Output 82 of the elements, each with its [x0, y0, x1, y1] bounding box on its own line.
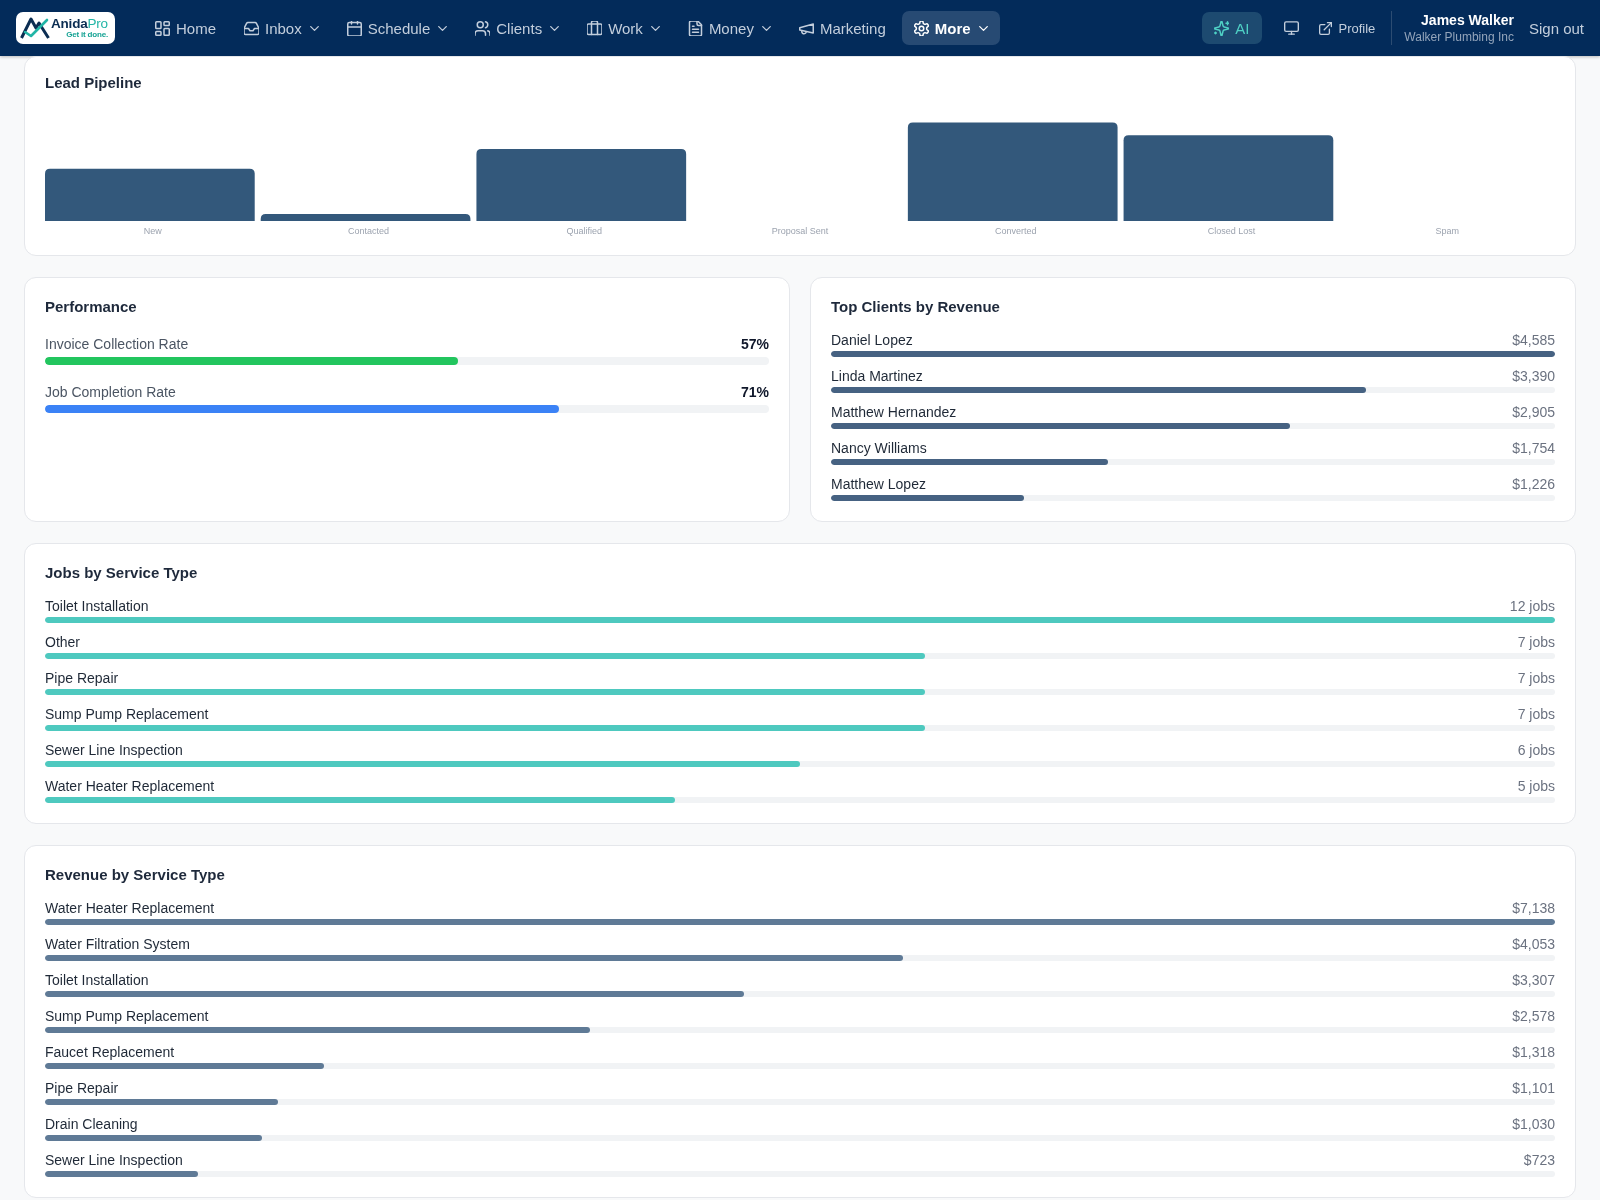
calendar-icon: [346, 20, 362, 36]
nav-menu-item[interactable]: Marketing: [786, 11, 898, 45]
revenue-amount: $1,754: [1512, 439, 1555, 457]
job-count: 7 jobs: [1517, 633, 1555, 651]
service-name: Other: [45, 633, 80, 651]
monitor-icon[interactable]: [1283, 21, 1299, 35]
service-name: Water Heater Replacement: [45, 777, 215, 795]
brand-tagline: Get it done.: [66, 30, 108, 39]
revenue-amount: $1,030: [1512, 1115, 1555, 1133]
service-name: Toilet Installation: [45, 597, 149, 615]
service-name: Faucet Replacement: [45, 1043, 175, 1061]
chart-category-label: Converted: [994, 225, 1037, 237]
revenue-amount: $3,390: [1512, 367, 1555, 385]
card-title: Revenue by Service Type: [45, 865, 226, 885]
card-title: Top Clients by Revenue: [831, 297, 1001, 317]
nav-menu-item[interactable]: Work: [575, 11, 672, 45]
nav-menu-item[interactable]: More: [901, 11, 1000, 45]
client-name: Linda Martinez: [831, 367, 923, 385]
revenue-amount: $1,318: [1512, 1043, 1555, 1061]
company-name: Walker Plumbing Inc: [1404, 28, 1514, 45]
metric-value: 57%: [740, 335, 769, 353]
metric-value: 71%: [740, 383, 769, 401]
chart-category-label: Closed Lost: [1207, 225, 1256, 237]
job-count: 7 jobs: [1517, 669, 1555, 687]
megaphone-icon: [798, 20, 814, 36]
service-name: Sump Pump Replacement: [45, 705, 209, 723]
mountain-logo-icon: [20, 16, 50, 40]
revenue-amount: $3,307: [1512, 971, 1555, 989]
grid-icon: [155, 20, 170, 36]
revenue-amount: $4,585: [1512, 331, 1555, 349]
external-link-icon: [1318, 21, 1332, 35]
user-name: James Walker: [1421, 11, 1514, 29]
card-title: Performance: [45, 297, 138, 317]
brand-name: AnidaPro: [51, 17, 108, 31]
card-title: Jobs by Service Type: [45, 563, 199, 583]
revenue-amount: $723: [1523, 1151, 1555, 1169]
nav-menu-item[interactable]: Schedule: [334, 11, 460, 45]
service-name: Sewer Line Inspection: [45, 1151, 183, 1169]
profile-link[interactable]: Profile: [1318, 20, 1376, 36]
client-name: Daniel Lopez: [831, 331, 913, 349]
revenue-amount: $2,578: [1512, 1007, 1555, 1025]
job-count: 6 jobs: [1517, 741, 1555, 759]
service-name: Toilet Installation: [45, 971, 149, 989]
job-count: 12 jobs: [1509, 597, 1555, 615]
users-icon: [475, 20, 491, 36]
nav-menu-item[interactable]: Inbox: [232, 11, 331, 45]
briefcase-icon: [587, 20, 603, 36]
service-name: Pipe Repair: [45, 1079, 119, 1097]
revenue-amount: $2,905: [1512, 403, 1555, 421]
service-name: Water Filtration System: [45, 935, 190, 953]
service-name: Sewer Line Inspection: [45, 741, 183, 759]
sign-out-button[interactable]: Sign out: [1528, 19, 1584, 37]
nav-menu-item[interactable]: Home: [143, 11, 228, 45]
chart-category-label: New: [143, 225, 162, 237]
job-count: 5 jobs: [1517, 777, 1555, 795]
revenue-amount: $1,226: [1512, 475, 1555, 493]
client-name: Nancy Williams: [831, 439, 927, 457]
chart-category-label: Qualified: [566, 225, 603, 237]
service-name: Drain Cleaning: [45, 1115, 138, 1133]
chart-category-label: Proposal Sent: [771, 225, 829, 237]
sparkle-icon: [1214, 20, 1230, 36]
logo-tile[interactable]: AnidaPro Get it done.: [16, 12, 115, 44]
ai-button[interactable]: AI: [1202, 12, 1262, 44]
client-name: Matthew Hernandez: [831, 403, 957, 421]
service-name: Water Heater Replacement: [45, 899, 215, 917]
revenue-amount: $1,101: [1512, 1079, 1555, 1097]
settings-icon: [913, 20, 929, 36]
inbox-icon: [244, 20, 259, 36]
card-title: Lead Pipeline: [45, 73, 143, 93]
revenue-amount: $4,053: [1512, 935, 1555, 953]
nav-menu-item[interactable]: Clients: [463, 11, 572, 45]
metric-label: Job Completion Rate: [45, 383, 176, 401]
nav-menu-item[interactable]: Money: [675, 11, 783, 45]
revenue-amount: $7,138: [1512, 899, 1555, 917]
document-icon: [687, 20, 703, 36]
service-name: Sump Pump Replacement: [45, 1007, 209, 1025]
metric-label: Invoice Collection Rate: [45, 335, 189, 353]
chart-category-label: Contacted: [348, 225, 390, 237]
chart-category-label: Spam: [1435, 225, 1459, 237]
client-name: Matthew Lopez: [831, 475, 926, 493]
job-count: 7 jobs: [1517, 705, 1555, 723]
service-name: Pipe Repair: [45, 669, 119, 687]
